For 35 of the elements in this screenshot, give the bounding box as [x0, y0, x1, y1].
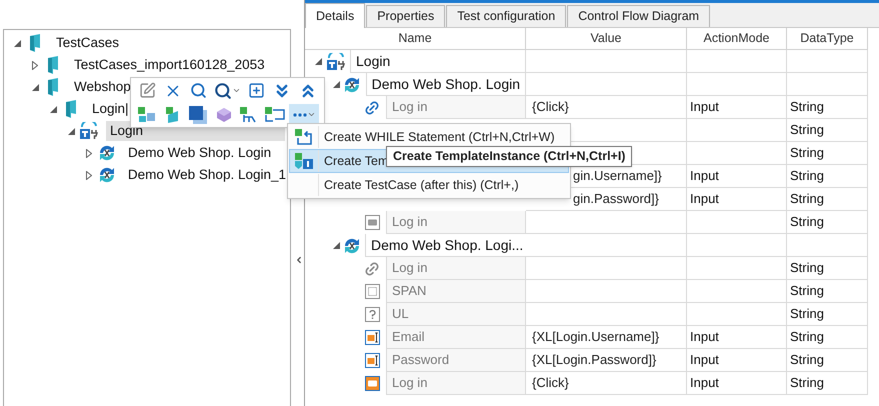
data-type-text: String: [789, 121, 824, 140]
data-type-text: String: [789, 190, 824, 208]
name-cell: Log in: [386, 96, 526, 119]
name-cell: Log in: [386, 257, 526, 280]
value-text: gin.Username]}: [572, 167, 662, 186]
name-cell: Log in: [386, 211, 526, 234]
data-type-text: String: [789, 98, 824, 116]
value-text: {Click}: [531, 98, 569, 116]
data-type-text: String: [789, 305, 824, 324]
action-mode-text: Input: [689, 351, 719, 370]
action-mode-text: Input: [689, 190, 719, 208]
name-cell: Demo Web Shop. Login: [366, 73, 526, 96]
data-type-text: String: [789, 374, 824, 392]
name-cell: Login: [350, 50, 526, 73]
name-cell: Email: [386, 326, 526, 349]
name-cell: UL: [386, 303, 526, 326]
value-text: gin.Password]}: [572, 190, 659, 208]
action-mode-text: Input: [689, 374, 719, 392]
action-mode-text: Input: [689, 167, 719, 186]
data-type-text: String: [789, 167, 824, 186]
name-cell: SPAN: [386, 280, 526, 303]
value-text: {XL[Login.Username]}: [531, 328, 660, 346]
value-text: {XL[Login.Password]}: [531, 351, 656, 370]
action-mode-text: Input: [689, 98, 719, 116]
action-mode-text: Input: [689, 328, 719, 346]
data-type-text: String: [789, 328, 824, 346]
name-cell: Password: [386, 349, 526, 372]
data-type-text: String: [789, 213, 824, 232]
data-type-text: String: [789, 144, 824, 162]
data-type-text: String: [789, 282, 824, 300]
data-type-text: String: [789, 259, 824, 278]
value-text: {Click}: [531, 374, 569, 392]
tooltip: Create TemplateInstance (Ctrl+N,Ctrl+I): [386, 146, 632, 167]
data-type-text: String: [789, 351, 824, 370]
name-cell: Log in: [386, 372, 526, 395]
